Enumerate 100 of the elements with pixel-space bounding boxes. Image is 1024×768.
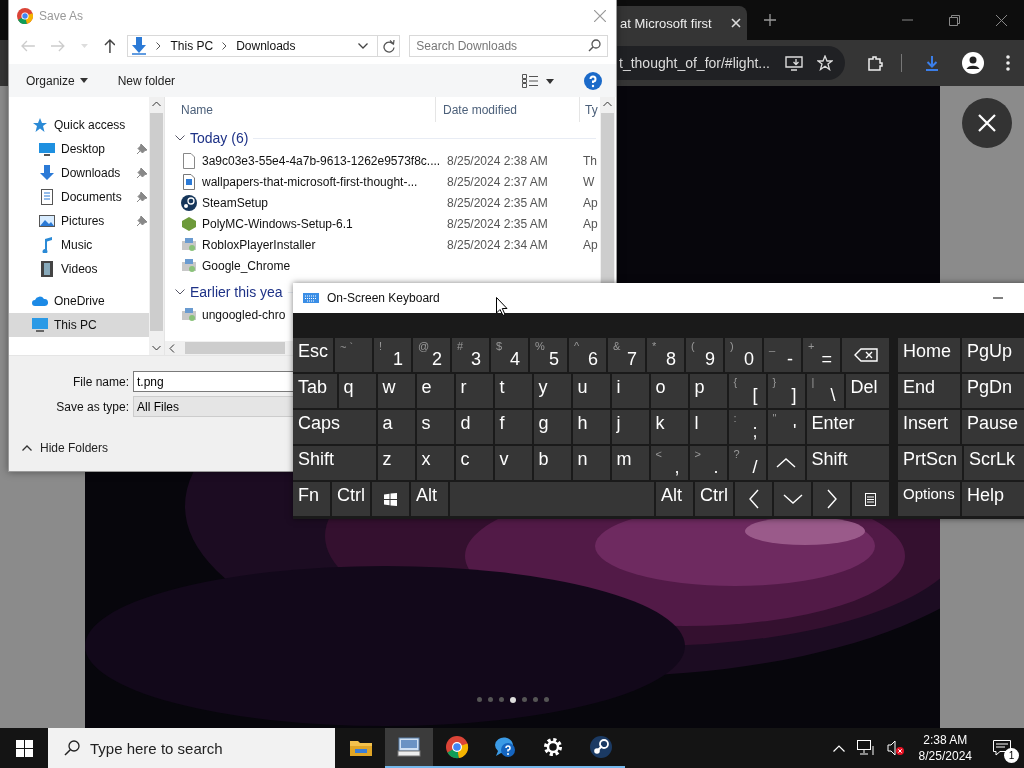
key[interactable]: z xyxy=(377,446,415,480)
nav-item[interactable]: Documents xyxy=(9,185,149,209)
key[interactable]: Options xyxy=(898,482,960,516)
up-arrow-key[interactable] xyxy=(767,446,805,480)
nav-item[interactable]: Music xyxy=(9,233,149,257)
key[interactable]: t xyxy=(494,374,532,408)
right-arrow-key[interactable] xyxy=(813,482,850,516)
hide-folders-button[interactable]: Hide Folders xyxy=(9,441,109,455)
key[interactable]: x xyxy=(416,446,454,480)
key[interactable]: End xyxy=(898,374,960,408)
muted-speaker-icon[interactable] xyxy=(886,740,905,756)
key[interactable]: : ; xyxy=(728,410,766,444)
key[interactable]: y xyxy=(533,374,571,408)
left-arrow-key[interactable] xyxy=(735,482,772,516)
view-options-icon[interactable] xyxy=(522,73,554,88)
nav-item[interactable]: Downloads xyxy=(9,161,149,185)
carousel-dot[interactable] xyxy=(543,697,549,702)
key[interactable]: Alt xyxy=(656,482,693,516)
key[interactable]: b xyxy=(533,446,571,480)
nav-item[interactable]: Pictures xyxy=(9,209,149,233)
carousel-dot[interactable] xyxy=(509,697,516,703)
key[interactable]: Insert xyxy=(898,410,960,444)
key[interactable]: Esc xyxy=(293,338,333,372)
key[interactable]: Enter xyxy=(806,410,889,444)
key[interactable]: q xyxy=(338,374,376,408)
new-folder-button[interactable]: New folder xyxy=(117,73,176,88)
windows-key[interactable] xyxy=(372,482,409,516)
carousel-dot[interactable] xyxy=(476,697,482,702)
key[interactable]: % 5 xyxy=(530,338,567,372)
download-icon[interactable] xyxy=(924,55,940,71)
taskbar-button[interactable] xyxy=(385,728,433,768)
key[interactable]: } ] xyxy=(767,374,805,408)
breadcrumb-item[interactable]: This PC xyxy=(170,39,214,53)
file-name[interactable]: SteamSetup xyxy=(202,195,440,210)
key[interactable]: Del xyxy=(845,374,889,408)
key[interactable]: v xyxy=(494,446,532,480)
key[interactable]: ~ ` xyxy=(335,338,372,372)
key[interactable]: PrtScn xyxy=(898,446,963,480)
key[interactable]: s xyxy=(416,410,454,444)
chevron-left-icon[interactable] xyxy=(169,343,175,353)
key[interactable]: p xyxy=(689,374,727,408)
help-icon[interactable] xyxy=(584,71,602,90)
new-tab-icon[interactable] xyxy=(764,14,776,26)
key[interactable]: ! 1 xyxy=(374,338,411,372)
key[interactable]: ? / xyxy=(728,446,766,480)
down-arrow-key[interactable] xyxy=(774,482,811,516)
key[interactable]: ^ 6 xyxy=(569,338,606,372)
key[interactable]: Help xyxy=(962,482,1024,516)
key[interactable]: < , xyxy=(650,446,688,480)
key[interactable]: PgDn xyxy=(962,374,1024,408)
network-icon[interactable] xyxy=(856,740,875,756)
address-bar[interactable]: This PC Downloads xyxy=(127,35,401,57)
browser-tab[interactable]: at Microsoft first xyxy=(617,6,747,40)
key[interactable]: Fn xyxy=(293,482,330,516)
key[interactable]: { [ xyxy=(728,374,766,408)
key[interactable]: PgUp xyxy=(962,338,1024,372)
key[interactable]: w xyxy=(377,374,415,408)
key[interactable]: Tab xyxy=(293,374,337,408)
menu-key[interactable] xyxy=(852,482,889,516)
file-name[interactable]: 3a9c03e3-55e4-4a7b-9613-1262e9573f8c.... xyxy=(202,153,440,168)
nav-item[interactable]: Videos xyxy=(9,257,149,281)
key[interactable]: g xyxy=(533,410,571,444)
key[interactable]: c xyxy=(455,446,493,480)
key[interactable]: * 8 xyxy=(647,338,684,372)
chevron-down-icon[interactable] xyxy=(358,43,369,49)
key[interactable]: j xyxy=(611,410,649,444)
key[interactable]: # 3 xyxy=(452,338,489,372)
backspace-key[interactable] xyxy=(842,338,889,372)
key[interactable]: h xyxy=(572,410,610,444)
key[interactable]: ) 0 xyxy=(725,338,762,372)
puzzle-icon[interactable] xyxy=(867,55,883,71)
nav-item[interactable]: Desktop xyxy=(9,137,149,161)
key[interactable]: Pause xyxy=(962,410,1024,444)
key[interactable]: Alt xyxy=(411,482,448,516)
carousel-dot[interactable] xyxy=(532,697,538,702)
key[interactable]: ScrLk xyxy=(964,446,1024,480)
notifications-button[interactable]: 1 xyxy=(980,728,1024,768)
close-icon[interactable] xyxy=(996,14,1007,26)
address-bar[interactable]: t_thought_of_for/#light... xyxy=(617,46,845,80)
key[interactable]: u xyxy=(572,374,610,408)
file-name[interactable]: PolyMC-Windows-Setup-6.1 xyxy=(202,216,440,231)
key[interactable]: ( 9 xyxy=(686,338,723,372)
key[interactable]: Ctrl xyxy=(332,482,370,516)
key[interactable]: " ' xyxy=(767,410,805,444)
menu-icon[interactable] xyxy=(1006,55,1010,71)
key[interactable]: + = xyxy=(803,338,840,372)
key[interactable]: k xyxy=(650,410,688,444)
carousel-dot[interactable] xyxy=(498,697,504,702)
file-name[interactable]: wallpapers-that-microsoft-first-thought-... xyxy=(202,174,440,189)
restore-icon[interactable] xyxy=(949,14,960,26)
nav-item[interactable]: Quick access xyxy=(9,113,149,137)
install-icon[interactable] xyxy=(785,55,803,71)
profile-icon[interactable] xyxy=(962,52,984,74)
key[interactable]: Shift xyxy=(293,446,376,480)
column-header[interactable]: Date modified xyxy=(436,97,580,122)
nav-item[interactable]: This PC xyxy=(9,313,149,337)
key[interactable]: Caps xyxy=(293,410,376,444)
column-header[interactable]: Ty xyxy=(580,97,600,122)
star-icon[interactable] xyxy=(817,55,833,71)
carousel-dot[interactable] xyxy=(521,697,527,702)
